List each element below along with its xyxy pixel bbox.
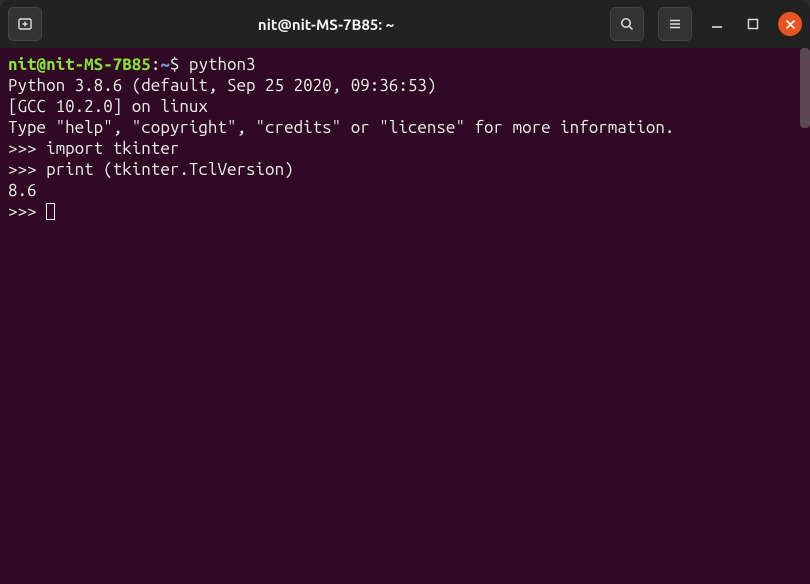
- close-icon: [785, 19, 796, 30]
- new-tab-button[interactable]: [8, 7, 42, 41]
- prompt-user-host: nit@nit-MS-7B85: [8, 55, 151, 74]
- terminal-line: >>>: [8, 201, 802, 222]
- hamburger-icon: [667, 16, 683, 32]
- repl-prompt: >>>: [8, 202, 46, 221]
- window-title: nit@nit-MS-7B85: ~: [42, 16, 610, 33]
- terminal-line: nit@nit-MS-7B85:~$ python3: [8, 54, 802, 75]
- new-tab-icon: [17, 16, 33, 32]
- titlebar-right-group: [610, 7, 802, 41]
- repl-prompt: >>>: [8, 139, 46, 158]
- terminal-line: >>> import tkinter: [8, 138, 802, 159]
- terminal-line: Python 3.8.6 (default, Sep 25 2020, 09:3…: [8, 75, 802, 96]
- repl-input: print (tkinter.TclVersion): [46, 160, 294, 179]
- terminal-line: >>> print (tkinter.TclVersion): [8, 159, 802, 180]
- menu-button[interactable]: [658, 7, 692, 41]
- scrollbar[interactable]: [800, 48, 810, 128]
- maximize-icon: [747, 18, 759, 30]
- minimize-button[interactable]: [706, 13, 728, 35]
- minimize-icon: [711, 18, 723, 30]
- search-button[interactable]: [610, 7, 644, 41]
- search-icon: [619, 16, 635, 32]
- titlebar: nit@nit-MS-7B85: ~: [0, 0, 810, 48]
- maximize-button[interactable]: [742, 13, 764, 35]
- terminal-line: Type "help", "copyright", "credits" or "…: [8, 117, 802, 138]
- terminal-area[interactable]: nit@nit-MS-7B85:~$ python3 Python 3.8.6 …: [0, 48, 810, 584]
- prompt-colon: :: [151, 55, 161, 74]
- cursor: [46, 203, 55, 220]
- prompt-dollar: $: [170, 55, 189, 74]
- terminal-line: 8.6: [8, 180, 802, 201]
- repl-input: import tkinter: [46, 139, 179, 158]
- terminal-line: [GCC 10.2.0] on linux: [8, 96, 802, 117]
- command-text: python3: [189, 55, 256, 74]
- close-button[interactable]: [778, 12, 802, 36]
- repl-prompt: >>>: [8, 160, 46, 179]
- prompt-path: ~: [160, 55, 170, 74]
